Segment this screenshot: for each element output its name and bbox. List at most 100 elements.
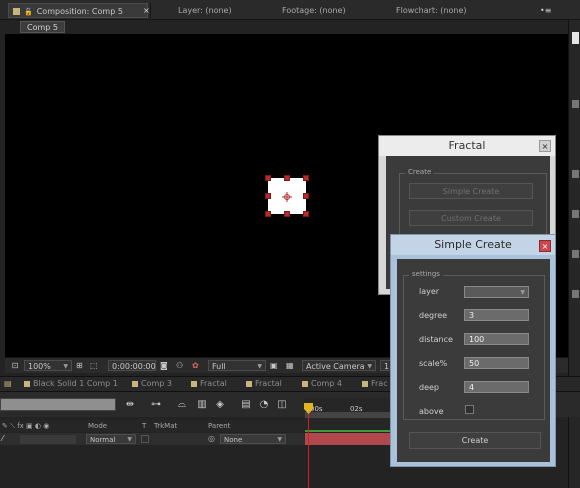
timeline-tab-label: Black Solid 1 Comp 1	[33, 379, 118, 388]
custom-create-button[interactable]: Custom Create	[409, 210, 533, 226]
zoom-select[interactable]: 100% ▼	[24, 360, 72, 371]
settings-group-label: settings	[409, 270, 443, 278]
transform-handle[interactable]	[284, 175, 290, 181]
column-t: T	[142, 422, 147, 430]
layer-select[interactable]: ▼	[464, 286, 529, 298]
distance-label: distance	[419, 335, 453, 344]
preserve-transparency-checkbox[interactable]	[141, 435, 149, 443]
layer-duration-bar[interactable]	[305, 433, 390, 445]
distance-input[interactable]: 100	[464, 333, 529, 345]
fractal-dialog-title: Fractal	[379, 136, 555, 156]
camera-select[interactable]: Active Camera ▼	[302, 360, 376, 371]
simple-create-dialog: Simple Create × settings layer ▼ degree …	[390, 234, 556, 467]
resolution-select[interactable]: Full ▼	[208, 360, 266, 371]
transform-handle[interactable]	[284, 211, 290, 217]
transform-handle[interactable]	[303, 211, 309, 217]
transform-handle[interactable]	[265, 193, 271, 199]
timeline-tab-icon: ▤	[4, 379, 12, 388]
shy-layers-icon[interactable]: ⌓	[176, 399, 188, 410]
scale-label: scale%	[419, 359, 448, 368]
ruler-label-mark: 02s	[350, 405, 363, 413]
camera-value: Active Camera	[306, 362, 365, 371]
region-of-interest-icon[interactable]: ▣	[270, 360, 282, 371]
panel-icon	[572, 290, 579, 298]
simple-create-button[interactable]: Simple Create	[409, 183, 533, 199]
chevron-down-icon: ▼	[127, 436, 132, 443]
timeline-tab[interactable]: Fractal	[246, 378, 282, 390]
transform-handle[interactable]	[303, 193, 309, 199]
graph-editor-icon[interactable]: ◫	[276, 399, 288, 410]
column-mode: Mode	[88, 422, 108, 430]
panel-icon	[572, 210, 579, 218]
timeline-tab[interactable]: Fractal	[191, 378, 227, 390]
blend-mode-select[interactable]: Normal ▼	[86, 434, 136, 444]
above-checkbox[interactable]	[465, 405, 474, 414]
pencil-icon[interactable]: ⁄	[2, 434, 3, 443]
tab-layer[interactable]: Layer: (none)	[178, 3, 232, 18]
chevron-down-icon: ▼	[63, 363, 68, 370]
transform-handle[interactable]	[265, 211, 271, 217]
timeline-tab-label: Fractal	[255, 379, 282, 388]
blend-mode-value: Normal	[90, 436, 116, 444]
anchor-point-icon[interactable]	[282, 192, 292, 202]
close-tab-icon[interactable]: ×	[143, 3, 150, 18]
label-color-swatch	[13, 8, 20, 15]
deep-label: deep	[419, 383, 439, 392]
create-button[interactable]: Create	[409, 432, 541, 449]
close-icon[interactable]: ×	[539, 240, 551, 252]
parent-select[interactable]: None ▼	[220, 434, 286, 444]
transform-handle[interactable]	[265, 175, 271, 181]
parent-value: None	[224, 436, 243, 444]
create-group-label: Create	[405, 168, 435, 176]
switches-icons: ✎ ⟍ fx ▣ ◐ ◉	[2, 422, 50, 430]
show-snapshot-icon[interactable]: ⚇	[176, 360, 188, 371]
column-parent: Parent	[208, 422, 231, 430]
stopwatch-icon[interactable]: ◔	[258, 399, 270, 410]
column-trkmat: TrkMat	[154, 422, 178, 430]
draft-3d-icon[interactable]: ⊶	[150, 399, 162, 410]
simple-create-dialog-title: Simple Create	[391, 235, 555, 255]
tab-footage[interactable]: Footage: (none)	[282, 3, 346, 18]
frame-blending-icon[interactable]: ▥	[196, 399, 208, 410]
timeline-tab[interactable]: Black Solid 1 Comp 1	[24, 378, 118, 390]
tab-composition-label: Composition: Comp 5	[36, 7, 123, 16]
timeline-tab[interactable]: Comp 4	[302, 378, 342, 390]
tab-composition[interactable]: 🔓 Composition: Comp 5	[8, 3, 148, 18]
above-label: above	[419, 407, 444, 416]
timeline-tab-label: Fractal	[200, 379, 227, 388]
layer-label: layer	[419, 287, 440, 296]
motion-blur-icon[interactable]: ◈	[214, 399, 226, 410]
tab-flowchart[interactable]: Flowchart: (none)	[396, 3, 467, 18]
mask-visibility-icon[interactable]: ⬚	[90, 360, 102, 371]
label-color-swatch	[302, 380, 308, 387]
current-time-display[interactable]: 0:00:00:00	[108, 360, 156, 371]
comp-mini-flowchart-icon[interactable]: ⇹	[124, 399, 136, 410]
always-preview-icon[interactable]: ⊡	[9, 360, 21, 371]
brainstorm-icon[interactable]: ▤	[240, 399, 252, 410]
comp-navigator-button[interactable]: Comp 5	[20, 21, 65, 33]
lock-icon[interactable]: 🔓	[24, 8, 33, 16]
timeline-tab[interactable]: Frac	[362, 378, 388, 390]
timeline-search-input[interactable]	[0, 398, 116, 411]
panel-menu-icon[interactable]: •≡	[540, 3, 551, 18]
safe-zones-icon[interactable]: ⊞	[76, 360, 88, 371]
current-time-indicator-line	[308, 405, 309, 488]
transform-handle[interactable]	[303, 175, 309, 181]
deep-input[interactable]: 4	[464, 381, 529, 393]
close-icon[interactable]: ×	[539, 140, 551, 152]
chevron-down-icon: ▼	[520, 289, 525, 296]
snapshot-icon[interactable]: ◙	[160, 360, 172, 371]
label-color-swatch	[132, 380, 138, 387]
timeline-tab-label: Comp 4	[311, 379, 342, 388]
layer-switches[interactable]	[20, 435, 76, 444]
timeline-tab[interactable]: Comp 3	[132, 378, 172, 390]
transparency-grid-icon[interactable]: ▦	[286, 360, 298, 371]
chevron-down-icon: ▼	[257, 363, 262, 370]
degree-input[interactable]: 3	[464, 309, 529, 321]
label-color-swatch	[191, 380, 197, 387]
label-color-swatch	[246, 380, 252, 387]
panel-icon	[572, 170, 579, 178]
channel-icon[interactable]: ✿	[192, 360, 204, 371]
pickwhip-icon[interactable]: ◎	[208, 434, 215, 443]
scale-input[interactable]: 50	[464, 357, 529, 369]
